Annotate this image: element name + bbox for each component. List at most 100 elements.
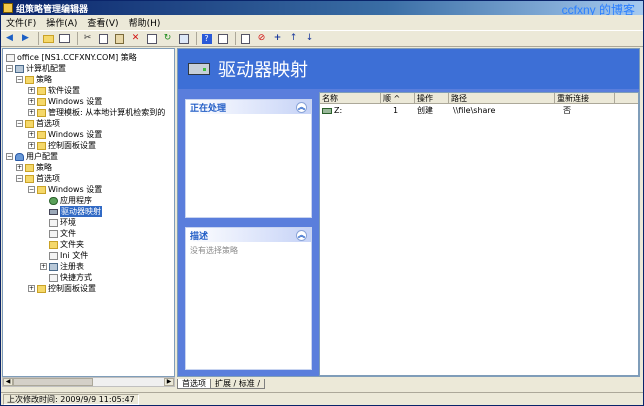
- cut-icon[interactable]: ✂: [81, 32, 94, 45]
- view-tabs: 首选项 扩展 / 标准 /: [177, 378, 266, 389]
- folder-icon: [49, 240, 58, 249]
- tree-drive-maps[interactable]: 驱动器映射: [49, 206, 102, 217]
- expand-toggle[interactable]: +: [28, 285, 35, 292]
- console-tree[interactable]: office [NS1.CCFXNY.COM] 策略 − 计算机配置 − 策略 …: [2, 48, 175, 377]
- tree-files[interactable]: 文件: [49, 228, 76, 239]
- refresh-icon[interactable]: ↻: [161, 32, 174, 45]
- tree-preferences[interactable]: − 首选项: [16, 118, 60, 129]
- up-folder-icon[interactable]: [42, 32, 55, 45]
- collapse-toggle[interactable]: −: [16, 76, 23, 83]
- tree-shortcuts[interactable]: 快捷方式: [49, 272, 92, 283]
- menu-action[interactable]: 操作(A): [41, 16, 82, 29]
- expand-toggle[interactable]: +: [28, 87, 35, 94]
- tree-folders[interactable]: 文件夹: [49, 239, 84, 250]
- show-tree-icon[interactable]: [58, 32, 71, 45]
- tree-label: 软件设置: [48, 86, 80, 95]
- title-bar[interactable]: 组策略管理编辑器 ccfxny 的博客: [1, 1, 643, 17]
- collapse-toggle[interactable]: −: [6, 153, 13, 160]
- last-modified-status: 上次修改时间: 2009/9/9 11:05:47: [3, 393, 139, 405]
- folder-icon: [25, 119, 34, 128]
- tree-policies[interactable]: − 策略: [16, 74, 52, 85]
- scroll-right-icon[interactable]: ▶: [164, 378, 174, 386]
- back-icon[interactable]: ◀: [3, 32, 16, 45]
- ini-file-icon: [49, 251, 58, 260]
- tree-pref-control-panel[interactable]: + 控制面板设置: [28, 140, 96, 151]
- user-icon: [15, 152, 24, 161]
- tab-extended-standard[interactable]: 扩展 / 标准 /: [210, 379, 266, 389]
- tree-software-settings[interactable]: + 软件设置: [28, 85, 80, 96]
- expand-toggle[interactable]: +: [16, 164, 23, 171]
- collapse-toggle[interactable]: −: [28, 186, 35, 193]
- help-topic-icon[interactable]: [216, 32, 229, 45]
- description-panel-header[interactable]: 描述 ︽: [186, 228, 311, 242]
- tree-user-policies[interactable]: + 策略: [16, 162, 52, 173]
- tree-label: 注册表: [60, 262, 84, 271]
- tree-user-preferences[interactable]: − 首选项: [16, 173, 60, 184]
- collapse-toggle[interactable]: −: [6, 65, 13, 72]
- add-icon[interactable]: +: [271, 32, 284, 45]
- collapse-toggle[interactable]: −: [16, 175, 23, 182]
- column-reconnect[interactable]: 重新连接: [555, 93, 615, 104]
- column-name[interactable]: 名称: [320, 93, 381, 104]
- column-order[interactable]: 顺 ^: [381, 93, 415, 104]
- scroll-thumb[interactable]: [13, 378, 93, 386]
- properties-icon[interactable]: [145, 32, 158, 45]
- collapse-chevron-icon[interactable]: ︽: [296, 101, 307, 113]
- environment-icon: [49, 218, 58, 227]
- expand-toggle[interactable]: +: [40, 263, 47, 270]
- export-icon[interactable]: [177, 32, 190, 45]
- folder-icon: [25, 174, 34, 183]
- toolbar: ◀ ▶ ✂ ✕ ↻ ? ⊘ + ↑ ↓: [1, 30, 643, 47]
- help-icon[interactable]: ?: [200, 32, 213, 45]
- column-action[interactable]: 操作: [415, 93, 449, 104]
- expand-toggle[interactable]: +: [28, 98, 35, 105]
- menu-view[interactable]: 查看(V): [82, 16, 123, 29]
- collapse-toggle[interactable]: −: [16, 120, 23, 127]
- table-row[interactable]: Z: 1 创建 \\file\share 否: [320, 105, 638, 116]
- column-path[interactable]: 路径: [449, 93, 555, 104]
- drive-icon: [49, 208, 58, 215]
- window-title: 组策略管理编辑器: [16, 4, 89, 15]
- tree-label: 策略: [36, 75, 52, 84]
- folder-icon: [25, 163, 34, 172]
- menu-file[interactable]: 文件(F): [1, 16, 41, 29]
- tree-horizontal-scrollbar[interactable]: ◀ ▶: [2, 377, 175, 387]
- tree-environment[interactable]: 环境: [49, 217, 76, 228]
- move-down-icon[interactable]: ↓: [303, 32, 316, 45]
- tree-windows-settings[interactable]: + Windows 设置: [28, 96, 102, 107]
- cell-order: 1: [393, 106, 399, 115]
- tree-user-config[interactable]: − 用户配置: [6, 151, 58, 162]
- tree-label: 首选项: [36, 119, 60, 128]
- new-icon[interactable]: [239, 32, 252, 45]
- computer-icon: [15, 64, 24, 73]
- copy-icon[interactable]: [97, 32, 110, 45]
- collapse-chevron-icon[interactable]: ︽: [296, 229, 307, 241]
- tree-registry[interactable]: + 注册表: [40, 261, 84, 272]
- tree-ini-files[interactable]: Ini 文件: [49, 250, 88, 261]
- tree-label: 文件夹: [60, 240, 84, 249]
- processing-panel-header[interactable]: 正在处理 ︽: [186, 100, 311, 114]
- expand-toggle[interactable]: +: [28, 109, 35, 116]
- tree-label: Windows 设置: [48, 130, 103, 139]
- paste-icon[interactable]: [113, 32, 126, 45]
- shortcut-icon: [49, 273, 58, 282]
- tree-user-windows-settings[interactable]: − Windows 设置: [28, 184, 102, 195]
- forward-icon[interactable]: ▶: [19, 32, 32, 45]
- tree-applications[interactable]: 应用程序: [49, 195, 92, 206]
- tree-admin-templates[interactable]: + 管理模板: 从本地计算机检索到的: [28, 107, 165, 118]
- tab-preferences[interactable]: 首选项: [177, 379, 211, 389]
- tree-user-control-panel[interactable]: + 控制面板设置: [28, 283, 96, 294]
- tree-pref-windows-settings[interactable]: + Windows 设置: [28, 129, 102, 140]
- drive-maps-list[interactable]: 名称 顺 ^ 操作 路径 重新连接 Z: 1 创建 \\file\share 否: [319, 92, 639, 376]
- tree-computer-config[interactable]: − 计算机配置: [6, 63, 66, 74]
- tree-root[interactable]: office [NS1.CCFXNY.COM] 策略: [6, 52, 137, 63]
- stop-icon[interactable]: ⊘: [255, 32, 268, 45]
- delete-icon[interactable]: ✕: [129, 32, 142, 45]
- folder-icon: [37, 130, 46, 139]
- expand-toggle[interactable]: +: [28, 142, 35, 149]
- expand-toggle[interactable]: +: [28, 131, 35, 138]
- details-pane: 驱动器映射 正在处理 ︽ 描述 ︽ 没有选择策略 名称 顺 ^ 操作 路径 重新…: [177, 48, 640, 377]
- scroll-left-icon[interactable]: ◀: [3, 378, 13, 386]
- move-up-icon[interactable]: ↑: [287, 32, 300, 45]
- menu-help[interactable]: 帮助(H): [124, 16, 166, 29]
